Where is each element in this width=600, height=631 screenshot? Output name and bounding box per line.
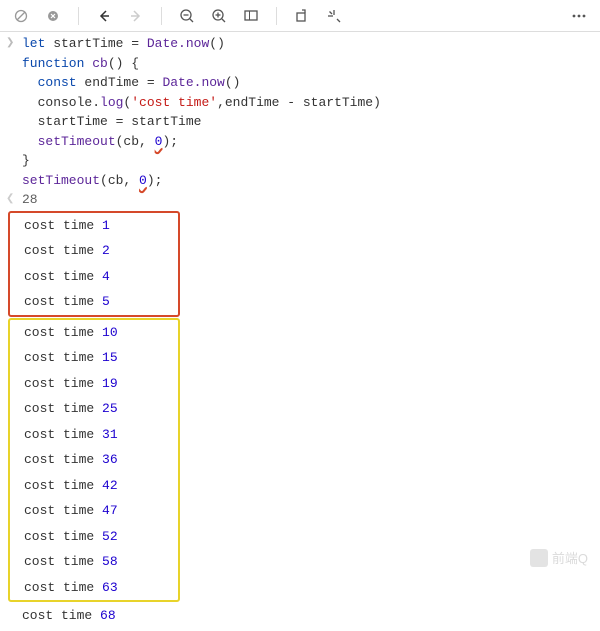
console-log-line: cost time 31 bbox=[10, 422, 178, 448]
console-log-line: cost time 42 bbox=[10, 473, 178, 499]
zoom-out-icon bbox=[179, 8, 195, 24]
zoom-out-button[interactable] bbox=[172, 2, 202, 30]
code-line-5: startTime = startTime bbox=[22, 112, 600, 132]
console-log-line: cost time 52 bbox=[10, 524, 178, 550]
highlight-box-yellow: cost time 10cost time 15cost time 19cost… bbox=[8, 318, 180, 603]
code-line-2: function cb() { bbox=[22, 54, 600, 74]
zoom-in-button[interactable] bbox=[204, 2, 234, 30]
zoom-in-icon bbox=[211, 8, 227, 24]
console-log-line: cost time 47 bbox=[10, 498, 178, 524]
code-line-7: } bbox=[22, 151, 600, 171]
forward-button bbox=[121, 2, 151, 30]
step-icon bbox=[294, 8, 310, 24]
viewport-button[interactable] bbox=[236, 2, 266, 30]
result-arrow-icon: ❯ bbox=[6, 192, 14, 207]
code-line-6: setTimeout(cb, 0); bbox=[22, 132, 600, 152]
clear-icon bbox=[14, 9, 28, 23]
viewport-icon bbox=[243, 8, 259, 24]
code-line-4: console.log('cost time',endTime - startT… bbox=[22, 93, 600, 113]
console-result: ❯ 28 bbox=[4, 190, 600, 210]
input-prompt-icon: ❯ bbox=[6, 36, 14, 51]
console-log-line: cost time 10 bbox=[10, 320, 178, 346]
console-log-line: cost time 5 bbox=[10, 289, 178, 315]
console-log-line: cost time 1 bbox=[10, 213, 178, 239]
logs-plain: cost time 68 bbox=[4, 603, 600, 629]
console-log-line: cost time 25 bbox=[10, 396, 178, 422]
clear-console-button[interactable] bbox=[6, 2, 36, 30]
highlight-box-red: cost time 1cost time 2cost time 4cost ti… bbox=[8, 211, 180, 317]
console-body: ❯ let startTime = Date.now() function cb… bbox=[0, 32, 600, 631]
close-icon bbox=[47, 10, 59, 22]
console-log-line: cost time 36 bbox=[10, 447, 178, 473]
close-button[interactable] bbox=[38, 2, 68, 30]
watermark-logo-icon bbox=[530, 549, 548, 567]
result-value: 28 bbox=[22, 192, 38, 207]
console-log-line: cost time 19 bbox=[10, 371, 178, 397]
back-button[interactable] bbox=[89, 2, 119, 30]
console-log-line: cost time 4 bbox=[10, 264, 178, 290]
console-log-line: cost time 2 bbox=[10, 238, 178, 264]
debug-tools-button[interactable] bbox=[319, 2, 349, 30]
back-arrow-icon bbox=[96, 8, 112, 24]
watermark-text: 前端Q bbox=[552, 549, 588, 569]
watermark: 前端Q bbox=[530, 549, 588, 569]
code-line-8: setTimeout(cb, 0); bbox=[22, 171, 600, 191]
console-log-line: cost time 58 bbox=[10, 549, 178, 575]
more-options-button[interactable] bbox=[564, 2, 594, 30]
console-log-line: cost time 15 bbox=[10, 345, 178, 371]
debug-tools-icon bbox=[326, 8, 342, 24]
more-icon bbox=[571, 14, 587, 18]
forward-arrow-icon bbox=[128, 8, 144, 24]
step-button[interactable] bbox=[287, 2, 317, 30]
console-input[interactable]: ❯ let startTime = Date.now() function cb… bbox=[4, 34, 600, 190]
code-line-3: const endTime = Date.now() bbox=[22, 73, 600, 93]
code-line-1: let startTime = Date.now() bbox=[22, 34, 600, 54]
console-log-line: cost time 63 bbox=[10, 575, 178, 601]
console-log-line: cost time 68 bbox=[4, 603, 600, 629]
devtools-toolbar bbox=[0, 0, 600, 32]
